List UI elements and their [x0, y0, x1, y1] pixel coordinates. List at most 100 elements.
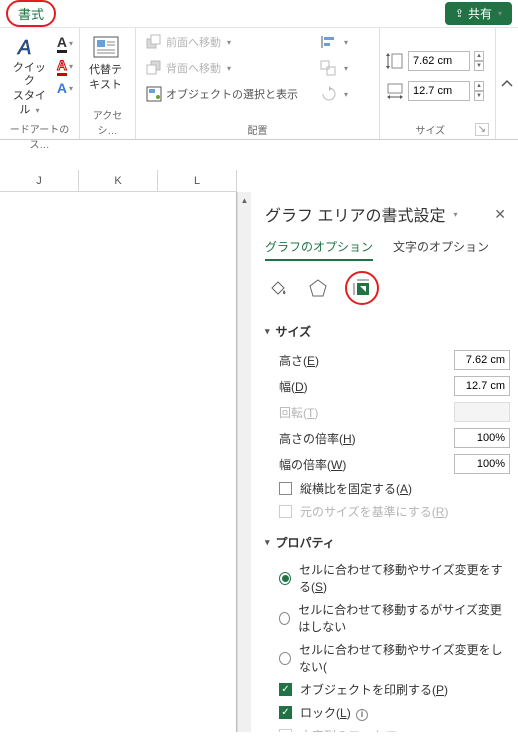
- no-move-label: セルに合わせて移動やサイズ変更をしない(: [299, 641, 510, 675]
- lock-label: ロック(L) i: [300, 704, 368, 721]
- size-section-title: サイズ: [276, 323, 312, 340]
- text-fill-button[interactable]: A▾: [57, 34, 73, 53]
- height-down[interactable]: ▼: [474, 61, 484, 71]
- width-icon: [386, 82, 404, 100]
- vertical-scrollbar[interactable]: ▲: [237, 192, 251, 732]
- alttext-label1: 代替テ: [89, 64, 122, 77]
- wordart-label1: クイック: [9, 62, 50, 88]
- col-header-j[interactable]: J: [0, 170, 79, 191]
- share-label: 共有: [468, 5, 492, 22]
- no-move-radio[interactable]: セルに合わせて移動やサイズ変更をしない(: [279, 641, 510, 675]
- width-up[interactable]: ▲: [474, 81, 484, 91]
- text-effects-button[interactable]: A▾: [57, 80, 73, 96]
- height-icon: [386, 52, 404, 70]
- pentagon-icon: [308, 278, 328, 298]
- wordart-quick-style-button[interactable]: A クイック スタイル ▾: [6, 32, 53, 119]
- caret-down-icon: ▾: [265, 326, 270, 337]
- checkbox-icon: [279, 729, 292, 732]
- scroll-up-button[interactable]: ▲: [238, 192, 251, 208]
- align-button[interactable]: ▾: [316, 32, 352, 52]
- paint-bucket-icon: [268, 278, 288, 298]
- rotate-button: ▾: [316, 84, 352, 104]
- text-outline-button[interactable]: A▾: [57, 57, 73, 76]
- bring-forward-label: 前面へ移動: [166, 34, 221, 50]
- height-up[interactable]: ▲: [474, 51, 484, 61]
- share-button[interactable]: ⇪ 共有 ▾: [445, 2, 512, 25]
- send-backward-label: 背面へ移動: [166, 60, 221, 76]
- move-only-label: セルに合わせて移動するがサイズ変更はしない: [298, 601, 510, 635]
- selection-pane-button[interactable]: オブジェクトの選択と表示: [142, 84, 302, 104]
- size-section-header[interactable]: ▾ サイズ: [265, 323, 510, 340]
- original-size-checkbox: 元のサイズを基準にする(R): [279, 503, 510, 520]
- selection-pane-icon: [146, 86, 162, 102]
- rotation-label: 回転(T): [279, 404, 454, 421]
- move-size-label: セルに合わせて移動やサイズ変更をする(S): [299, 561, 510, 595]
- col-header-k[interactable]: K: [79, 170, 158, 191]
- pane-title-dropdown[interactable]: ▾: [453, 210, 457, 219]
- pane-scale-height-input[interactable]: [454, 428, 510, 448]
- lock-text-checkbox: 文字列のロック(T): [279, 727, 510, 732]
- col-header-l[interactable]: L: [158, 170, 237, 191]
- bring-forward-button: 前面へ移動▾: [142, 32, 302, 52]
- move-size-radio[interactable]: セルに合わせて移動やサイズ変更をする(S): [279, 561, 510, 595]
- pane-scale-width-input[interactable]: [454, 454, 510, 474]
- chevron-up-icon: [500, 77, 514, 91]
- wordart-icon: A: [16, 34, 42, 60]
- format-tab[interactable]: 書式: [6, 0, 56, 27]
- group-icon: [320, 60, 338, 76]
- lock-checkbox[interactable]: ✓ ロック(L) i: [279, 704, 510, 721]
- pane-title: グラフ エリアの書式設定: [265, 202, 445, 226]
- checkbox-checked-icon: ✓: [279, 706, 292, 719]
- print-object-label: オブジェクトを印刷する(P): [300, 681, 448, 698]
- ribbon-collapse-button[interactable]: [496, 73, 518, 95]
- chevron-down-icon: ▾: [498, 9, 502, 18]
- radio-selected-icon: [279, 572, 291, 585]
- size-props-icon: [352, 278, 372, 298]
- move-only-radio[interactable]: セルに合わせて移動するがサイズ変更はしない: [279, 601, 510, 635]
- radio-icon: [279, 652, 291, 665]
- print-object-checkbox[interactable]: ✓ オブジェクトを印刷する(P): [279, 681, 510, 698]
- checkbox-icon: [279, 482, 292, 495]
- worksheet-grid[interactable]: [0, 192, 237, 732]
- size-properties-icon[interactable]: [345, 271, 379, 305]
- group-access-label: アクセシ…: [86, 107, 129, 137]
- group-size-label: サイズ: [386, 122, 475, 137]
- fill-line-icon[interactable]: [265, 275, 291, 301]
- checkbox-icon: [279, 505, 292, 518]
- height-label: 高さ(E): [279, 352, 454, 369]
- properties-section-header[interactable]: ▾ プロパティ: [265, 534, 510, 551]
- pane-height-input[interactable]: [454, 350, 510, 370]
- send-backward-button: 背面へ移動▾: [142, 58, 302, 78]
- text-options-tab[interactable]: 文字のオプション: [393, 238, 489, 261]
- pane-rotation-input: [454, 402, 510, 422]
- original-size-label: 元のサイズを基準にする(R): [300, 503, 448, 520]
- info-icon[interactable]: i: [356, 709, 368, 721]
- alttext-label2: キスト: [89, 79, 122, 92]
- format-chart-area-pane: グラフ エリアの書式設定 ▾ ✕ グラフのオプション 文字のオプション ▾: [251, 192, 518, 732]
- scale-height-label: 高さの倍率(H): [279, 430, 454, 447]
- checkbox-checked-icon: ✓: [279, 683, 292, 696]
- caret-down-icon: ▾: [265, 537, 270, 548]
- radio-icon: [279, 612, 290, 625]
- pane-width-input[interactable]: [454, 376, 510, 396]
- ribbon-height-input[interactable]: [408, 51, 470, 71]
- close-pane-button[interactable]: ✕: [490, 204, 510, 225]
- bring-forward-icon: [146, 34, 162, 50]
- lock-aspect-label: 縦横比を固定する(A): [300, 480, 412, 497]
- alt-text-icon: [91, 34, 121, 62]
- effects-icon[interactable]: [305, 275, 331, 301]
- lock-aspect-checkbox[interactable]: 縦横比を固定する(A): [279, 480, 510, 497]
- width-down[interactable]: ▼: [474, 91, 484, 101]
- chart-options-tab[interactable]: グラフのオプション: [265, 238, 373, 261]
- alt-text-button[interactable]: 代替テ キスト: [86, 32, 125, 94]
- align-icon: [320, 34, 338, 50]
- properties-section-title: プロパティ: [276, 534, 335, 551]
- group-arrange-label: 配置: [142, 122, 373, 137]
- wordart-label2: スタイル: [13, 90, 46, 115]
- svg-text:A: A: [17, 37, 31, 59]
- ribbon-width-input[interactable]: [408, 81, 470, 101]
- selection-pane-label: オブジェクトの選択と表示: [166, 86, 298, 102]
- size-dialog-launcher[interactable]: ↘: [475, 123, 489, 136]
- rotate-icon: [320, 86, 338, 102]
- width-label: 幅(D): [279, 378, 454, 395]
